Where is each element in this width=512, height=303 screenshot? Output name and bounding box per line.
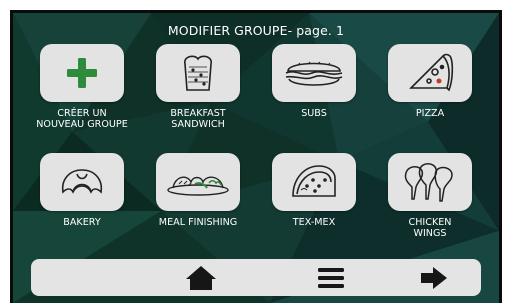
create-group-button[interactable] xyxy=(40,44,124,102)
subs-button[interactable] xyxy=(272,44,356,102)
chicken-wings-button[interactable] xyxy=(388,153,472,211)
group-label: TEX-MEX xyxy=(292,217,336,228)
group-label: BREAKFAST SANDWICH xyxy=(170,108,226,130)
next-page-button[interactable] xyxy=(399,259,469,296)
group-label: CHICKEN WINGS xyxy=(408,217,452,239)
bottom-nav-bar xyxy=(31,259,481,296)
home-button[interactable] xyxy=(166,259,236,296)
taco-icon xyxy=(292,165,336,197)
group-label: SUBS xyxy=(301,108,327,119)
group-label: CRÉER UN NOUVEAU GROUPE xyxy=(36,108,128,130)
meal-finishing-button[interactable] xyxy=(156,153,240,211)
pizza-slice-icon xyxy=(409,53,454,92)
chicken-wings-icon xyxy=(404,163,453,202)
group-label: BAKERY xyxy=(63,217,101,228)
sub-sandwich-icon xyxy=(285,61,343,86)
group-label: PIZZA xyxy=(415,108,445,119)
menu-icon xyxy=(318,267,344,288)
bakery-button[interactable] xyxy=(40,153,124,211)
toast-icon xyxy=(184,55,212,91)
device-screen: MODIFIER GROUPE- page. 1 CRÉER UN NOUVEA… xyxy=(10,10,502,303)
home-icon xyxy=(186,265,216,290)
breakfast-sandwich-button[interactable] xyxy=(156,44,240,102)
pizza-button[interactable] xyxy=(388,44,472,102)
page-title: MODIFIER GROUPE- page. 1 xyxy=(167,23,345,38)
plus-icon xyxy=(67,58,97,88)
tex-mex-button[interactable] xyxy=(272,153,356,211)
menu-button[interactable] xyxy=(296,259,366,296)
croissant-icon xyxy=(61,169,103,194)
group-label: MEAL FINISHING xyxy=(158,217,238,228)
meal-plate-icon xyxy=(167,176,229,196)
arrow-right-icon xyxy=(421,266,447,289)
